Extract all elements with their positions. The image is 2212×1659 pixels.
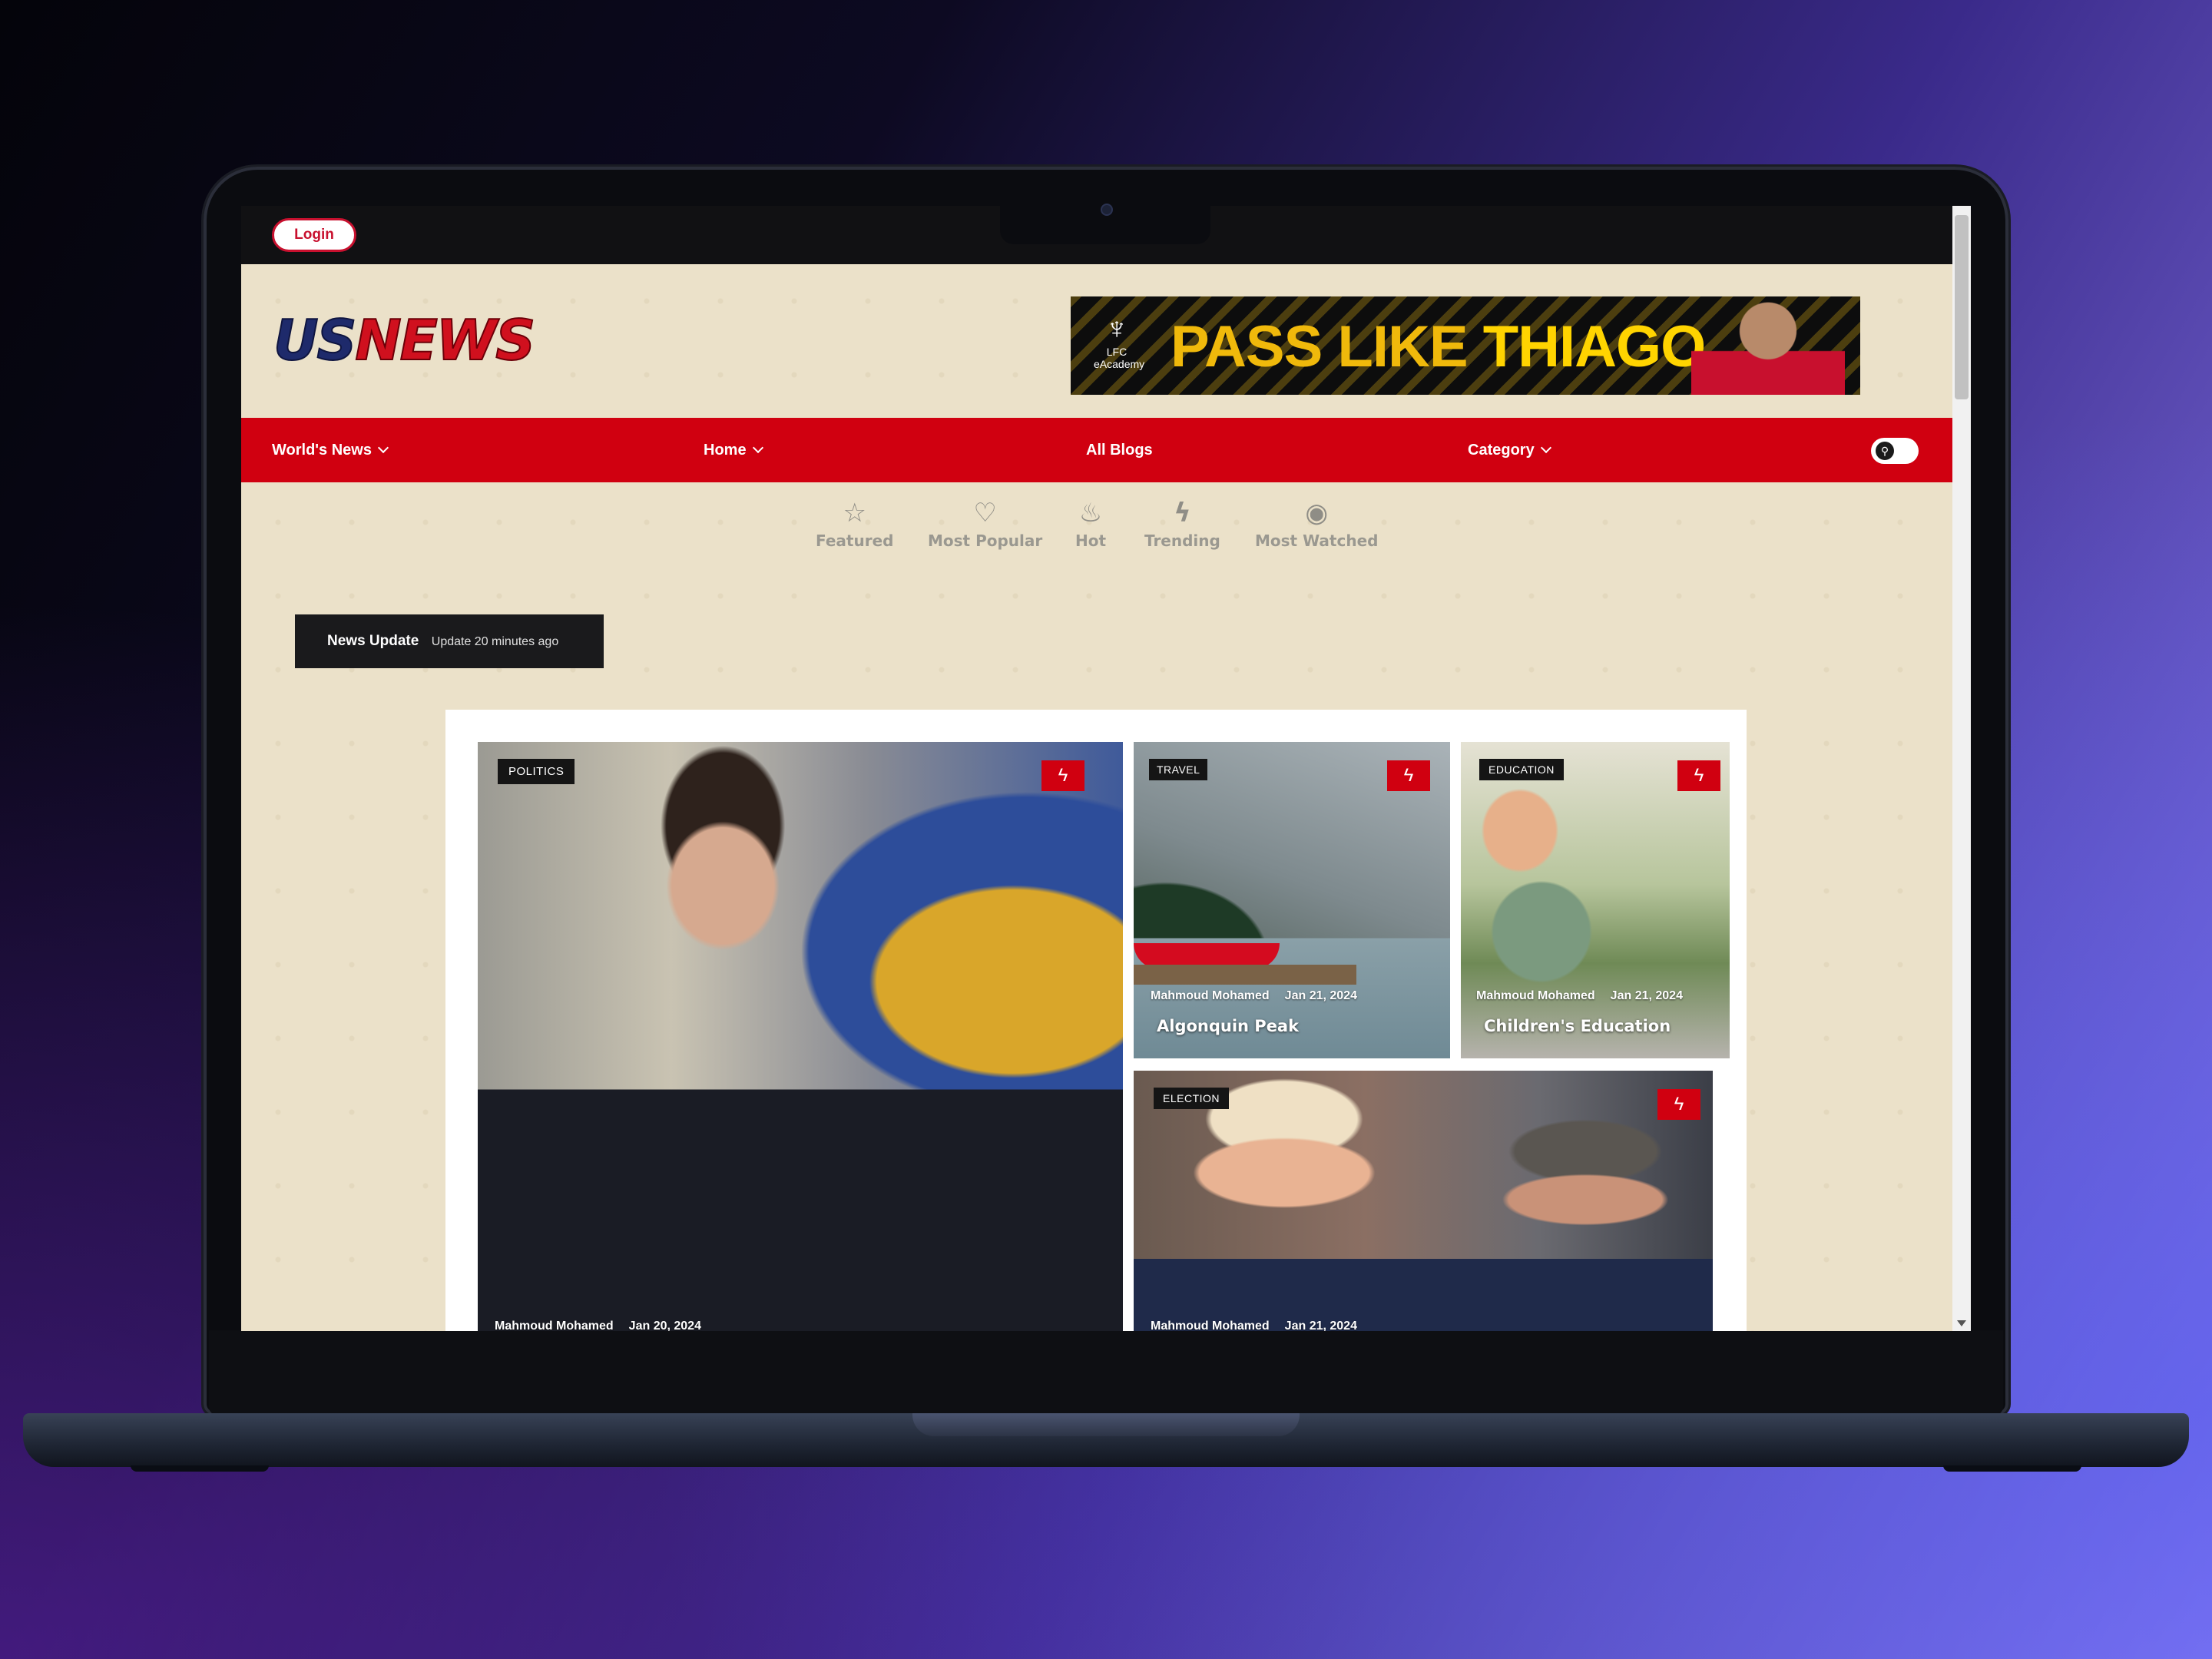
heart-icon: ♡ bbox=[973, 498, 997, 528]
card-author: Mahmoud Mohamed bbox=[1151, 1320, 1270, 1331]
scrollbar[interactable] bbox=[1952, 206, 1971, 1331]
card-meta: Mahmoud Mohamed Jan 21, 2024 bbox=[1151, 989, 1357, 1003]
eye-icon: ◉ bbox=[1305, 498, 1329, 528]
flash-icon[interactable]: ϟ bbox=[1677, 760, 1720, 791]
nav-worlds-news[interactable]: World's News bbox=[272, 418, 389, 482]
laptop-bezel-bottom bbox=[209, 1330, 2003, 1415]
filter-label: Hot bbox=[1075, 531, 1107, 550]
nav-label: World's News bbox=[272, 442, 372, 459]
news-card-politics[interactable]: POLITICS ϟ Mahmoud Mohamed Jan 20, 2024 bbox=[478, 742, 1123, 1331]
scrollbar-thumb[interactable] bbox=[1955, 215, 1969, 399]
news-update-box: News Update Update 20 minutes ago bbox=[295, 614, 604, 668]
filter-label: Featured bbox=[816, 531, 894, 550]
card-author: Mahmoud Mohamed bbox=[495, 1320, 614, 1331]
filter-hot[interactable]: ♨ Hot bbox=[1075, 498, 1106, 550]
card-meta: Mahmoud Mohamed Jan 20, 2024 bbox=[495, 1320, 701, 1331]
category-tag[interactable]: TRAVEL bbox=[1149, 759, 1208, 780]
ad-headline-part2: THIAGO bbox=[1482, 314, 1707, 379]
laptop-foot-right bbox=[1943, 1465, 2081, 1472]
lfc-crest: ♆ LFC eAcademy bbox=[1094, 312, 1145, 381]
nav-label: Category bbox=[1468, 442, 1535, 459]
nav-all-blogs[interactable]: All Blogs bbox=[1086, 418, 1153, 482]
filter-label: Trending bbox=[1144, 531, 1220, 550]
nav-home[interactable]: Home bbox=[704, 418, 763, 482]
laptop-foot-left bbox=[131, 1465, 269, 1472]
news-update-subtitle: Update 20 minutes ago bbox=[431, 635, 559, 648]
fire-icon: ♨ bbox=[1078, 498, 1103, 528]
ad-headline: PASS LIKE THIAGO bbox=[1171, 313, 1707, 380]
ad-player-image bbox=[1691, 296, 1845, 395]
card-meta: Mahmoud Mohamed Jan 21, 2024 bbox=[1476, 989, 1683, 1003]
filter-most-popular[interactable]: ♡ Most Popular bbox=[928, 498, 1042, 550]
filter-label: Most Watched bbox=[1255, 531, 1379, 550]
featured-grid: POLITICS ϟ Mahmoud Mohamed Jan 20, 2024 T… bbox=[445, 710, 1747, 1331]
login-button[interactable]: Login bbox=[272, 218, 356, 252]
card-author: Mahmoud Mohamed bbox=[1476, 989, 1595, 1002]
nav-label: All Blogs bbox=[1086, 442, 1153, 459]
chevron-down-icon bbox=[1540, 442, 1551, 454]
category-tag[interactable]: EDUCATION bbox=[1479, 759, 1564, 780]
news-card-education[interactable]: EDUCATION ϟ Mahmoud Mohamed Jan 21, 2024 … bbox=[1461, 742, 1730, 1058]
card-title[interactable]: Children's Education bbox=[1484, 1017, 1671, 1035]
main-nav: World's News Home All Blogs Category ⚲ bbox=[241, 418, 1952, 482]
category-tag[interactable]: POLITICS bbox=[498, 759, 575, 784]
dock-shape bbox=[1134, 965, 1356, 985]
card-date: Jan 20, 2024 bbox=[628, 1320, 701, 1331]
chevron-down-icon bbox=[752, 442, 763, 454]
card-date: Jan 21, 2024 bbox=[1284, 989, 1357, 1002]
crest-line2: eAcademy bbox=[1094, 358, 1145, 370]
liverbird-icon: ♆ bbox=[1105, 312, 1128, 346]
camera-icon bbox=[1101, 204, 1113, 216]
search-icon: ⚲ bbox=[1876, 442, 1894, 460]
scroll-down-icon[interactable] bbox=[1957, 1320, 1966, 1326]
card-title[interactable]: Algonquin Peak bbox=[1157, 1017, 1299, 1035]
nav-category[interactable]: Category bbox=[1468, 418, 1551, 482]
filter-most-watched[interactable]: ◉ Most Watched bbox=[1255, 498, 1378, 550]
card-author: Mahmoud Mohamed bbox=[1151, 989, 1270, 1002]
search-toggle[interactable]: ⚲ bbox=[1871, 438, 1919, 464]
card-meta: Mahmoud Mohamed Jan 21, 2024 bbox=[1151, 1320, 1357, 1331]
browser-viewport: Login US NEWS ♆ LFC eAcademy PASS LIKE T… bbox=[241, 206, 1971, 1331]
ad-headline-part1: PASS LIKE bbox=[1171, 314, 1469, 379]
news-update-title: News Update bbox=[327, 633, 419, 649]
filter-label: Most Popular bbox=[928, 531, 1043, 550]
nav-label: Home bbox=[704, 442, 747, 459]
bolt-icon: ϟ bbox=[1174, 498, 1191, 528]
filter-trending[interactable]: ϟ Trending bbox=[1144, 498, 1220, 550]
site-logo[interactable]: US NEWS bbox=[273, 307, 536, 373]
chevron-down-icon bbox=[377, 442, 389, 454]
flash-icon[interactable]: ϟ bbox=[1041, 760, 1084, 791]
news-card-election[interactable]: ELECTION ϟ Mahmoud Mohamed Jan 21, 2024 bbox=[1134, 1071, 1713, 1331]
crest-line1: LFC bbox=[1106, 346, 1128, 358]
ad-banner[interactable]: ♆ LFC eAcademy PASS LIKE THIAGO bbox=[1071, 296, 1860, 395]
filter-featured[interactable]: ☆ Featured bbox=[816, 498, 893, 550]
card-date: Jan 21, 2024 bbox=[1610, 989, 1683, 1002]
flash-icon[interactable]: ϟ bbox=[1657, 1089, 1700, 1120]
logo-news: NEWS bbox=[354, 307, 536, 373]
flash-icon[interactable]: ϟ bbox=[1387, 760, 1430, 791]
category-tag[interactable]: ELECTION bbox=[1154, 1088, 1230, 1109]
news-card-travel[interactable]: TRAVEL ϟ Mahmoud Mohamed Jan 21, 2024 Alg… bbox=[1134, 742, 1450, 1058]
card-date: Jan 21, 2024 bbox=[1284, 1320, 1357, 1331]
laptop-hinge bbox=[912, 1413, 1300, 1436]
star-icon: ☆ bbox=[843, 498, 866, 528]
logo-us: US bbox=[273, 307, 357, 373]
